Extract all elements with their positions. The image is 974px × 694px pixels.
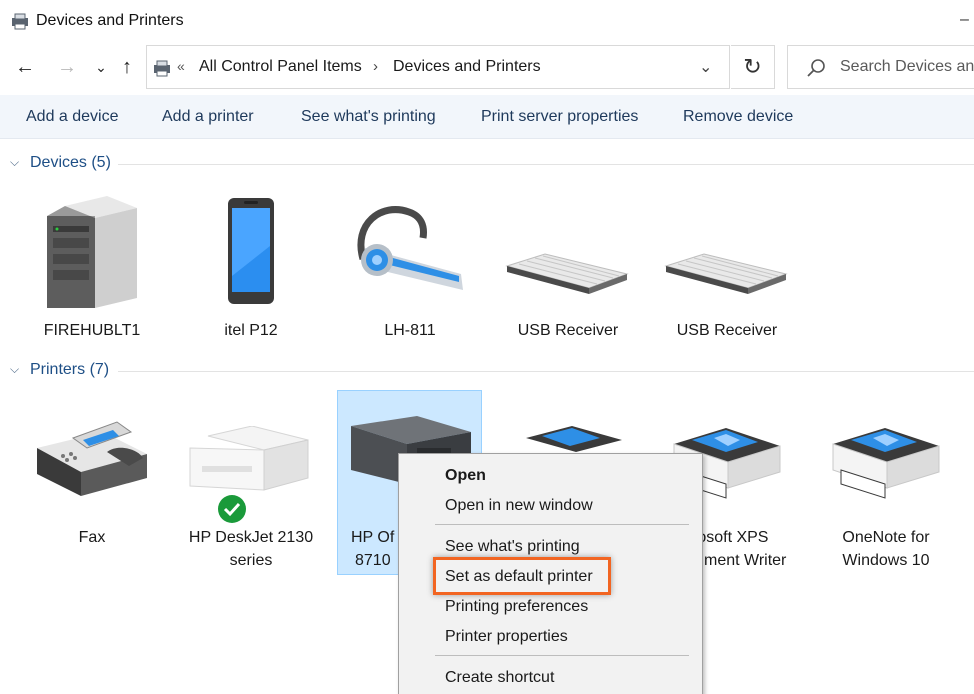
- keyboard-icon: [505, 253, 629, 294]
- virtual-printer-icon: [832, 428, 940, 499]
- search-input[interactable]: [840, 54, 974, 80]
- devices-printers-icon: [12, 13, 28, 30]
- device-item[interactable]: USB Receiver: [493, 190, 643, 342]
- smartphone-icon: [228, 198, 274, 304]
- menu-separator: [435, 655, 689, 656]
- printer-label-line2: Windows 10: [842, 552, 930, 569]
- remove-device-button[interactable]: Remove device: [683, 108, 793, 126]
- inkjet-printer-icon: [189, 426, 309, 491]
- collapse-chevron-icon[interactable]: ⌵: [10, 155, 19, 170]
- default-printer-check-icon: [218, 495, 246, 523]
- context-menu: Open Open in new window See what's print…: [398, 453, 703, 694]
- collapse-chevron-icon[interactable]: ⌵: [10, 362, 19, 377]
- device-label: LH-811: [384, 322, 436, 339]
- printer-label-line2: series: [229, 552, 273, 569]
- keyboard-icon: [664, 253, 788, 294]
- print-server-properties-button[interactable]: Print server properties: [481, 108, 638, 126]
- window-title: Devices and Printers: [36, 12, 184, 29]
- search-icon: [807, 59, 825, 77]
- printers-group-label: Printers (7): [30, 361, 110, 378]
- device-item[interactable]: itel P12: [176, 190, 326, 342]
- device-label: USB Receiver: [676, 322, 778, 339]
- printer-label: OneNote for: [842, 529, 930, 546]
- navigation-bar: ← → ⌄ ↑ « All Control Panel Items › Devi…: [0, 44, 974, 90]
- back-button[interactable]: ←: [12, 54, 38, 80]
- devices-group-label: Devices (5): [30, 154, 111, 171]
- menu-item-open[interactable]: Open: [445, 467, 486, 485]
- devices-printers-icon: [154, 60, 170, 77]
- breadcrumb-separator-icon[interactable]: ›: [373, 58, 378, 75]
- printers-group-header[interactable]: ⌵ Printers (7): [10, 360, 974, 384]
- command-bar: Add a device Add a printer See what's pr…: [0, 95, 974, 139]
- devices-group-header[interactable]: ⌵ Devices (5): [10, 153, 974, 177]
- add-device-button[interactable]: Add a device: [26, 108, 119, 126]
- computer-tower-icon: [47, 196, 137, 308]
- title-bar: Devices and Printers –: [0, 0, 974, 42]
- address-dropdown-icon[interactable]: ⌄: [699, 57, 712, 77]
- printer-label: HP DeskJet 2130: [188, 529, 314, 546]
- group-divider: [118, 371, 974, 372]
- menu-item-see-whats-printing[interactable]: See what's printing: [445, 538, 580, 556]
- printer-item[interactable]: Fax: [17, 390, 167, 549]
- printer-item[interactable]: OneNote for Windows 10: [811, 390, 961, 572]
- device-item[interactable]: LH-811: [335, 190, 485, 342]
- overflow-chevron-icon[interactable]: «: [177, 58, 185, 74]
- search-box[interactable]: [787, 45, 974, 89]
- menu-item-set-default-printer[interactable]: Set as default printer: [445, 568, 593, 586]
- see-whats-printing-button[interactable]: See what's printing: [301, 108, 436, 126]
- breadcrumb-control-panel[interactable]: All Control Panel Items: [199, 58, 362, 76]
- device-label: itel P12: [224, 322, 278, 339]
- group-divider: [118, 164, 974, 165]
- refresh-button[interactable]: ↻: [731, 45, 775, 89]
- recent-locations-button[interactable]: ⌄: [88, 54, 114, 80]
- menu-item-printer-properties[interactable]: Printer properties: [445, 628, 568, 646]
- device-label: FIREHUBLT1: [43, 322, 141, 339]
- add-printer-button[interactable]: Add a printer: [162, 108, 254, 126]
- menu-item-open-new-window[interactable]: Open in new window: [445, 497, 593, 515]
- forward-button[interactable]: →: [54, 54, 80, 80]
- printer-label: Fax: [78, 529, 106, 546]
- minimize-button[interactable]: –: [960, 8, 974, 32]
- up-button[interactable]: ↑: [114, 54, 140, 80]
- fax-machine-icon: [37, 421, 147, 496]
- menu-separator: [435, 524, 689, 525]
- breadcrumb-devices-printers[interactable]: Devices and Printers: [393, 58, 541, 76]
- device-label: USB Receiver: [517, 322, 619, 339]
- device-item[interactable]: USB Receiver: [652, 190, 802, 342]
- address-bar[interactable]: « All Control Panel Items › Devices and …: [146, 45, 730, 89]
- printer-item[interactable]: HP DeskJet 2130 series: [176, 390, 326, 572]
- bluetooth-headset-icon: [357, 206, 463, 290]
- device-item[interactable]: FIREHUBLT1: [17, 190, 167, 342]
- menu-item-create-shortcut[interactable]: Create shortcut: [445, 669, 554, 687]
- menu-item-printing-preferences[interactable]: Printing preferences: [445, 598, 588, 616]
